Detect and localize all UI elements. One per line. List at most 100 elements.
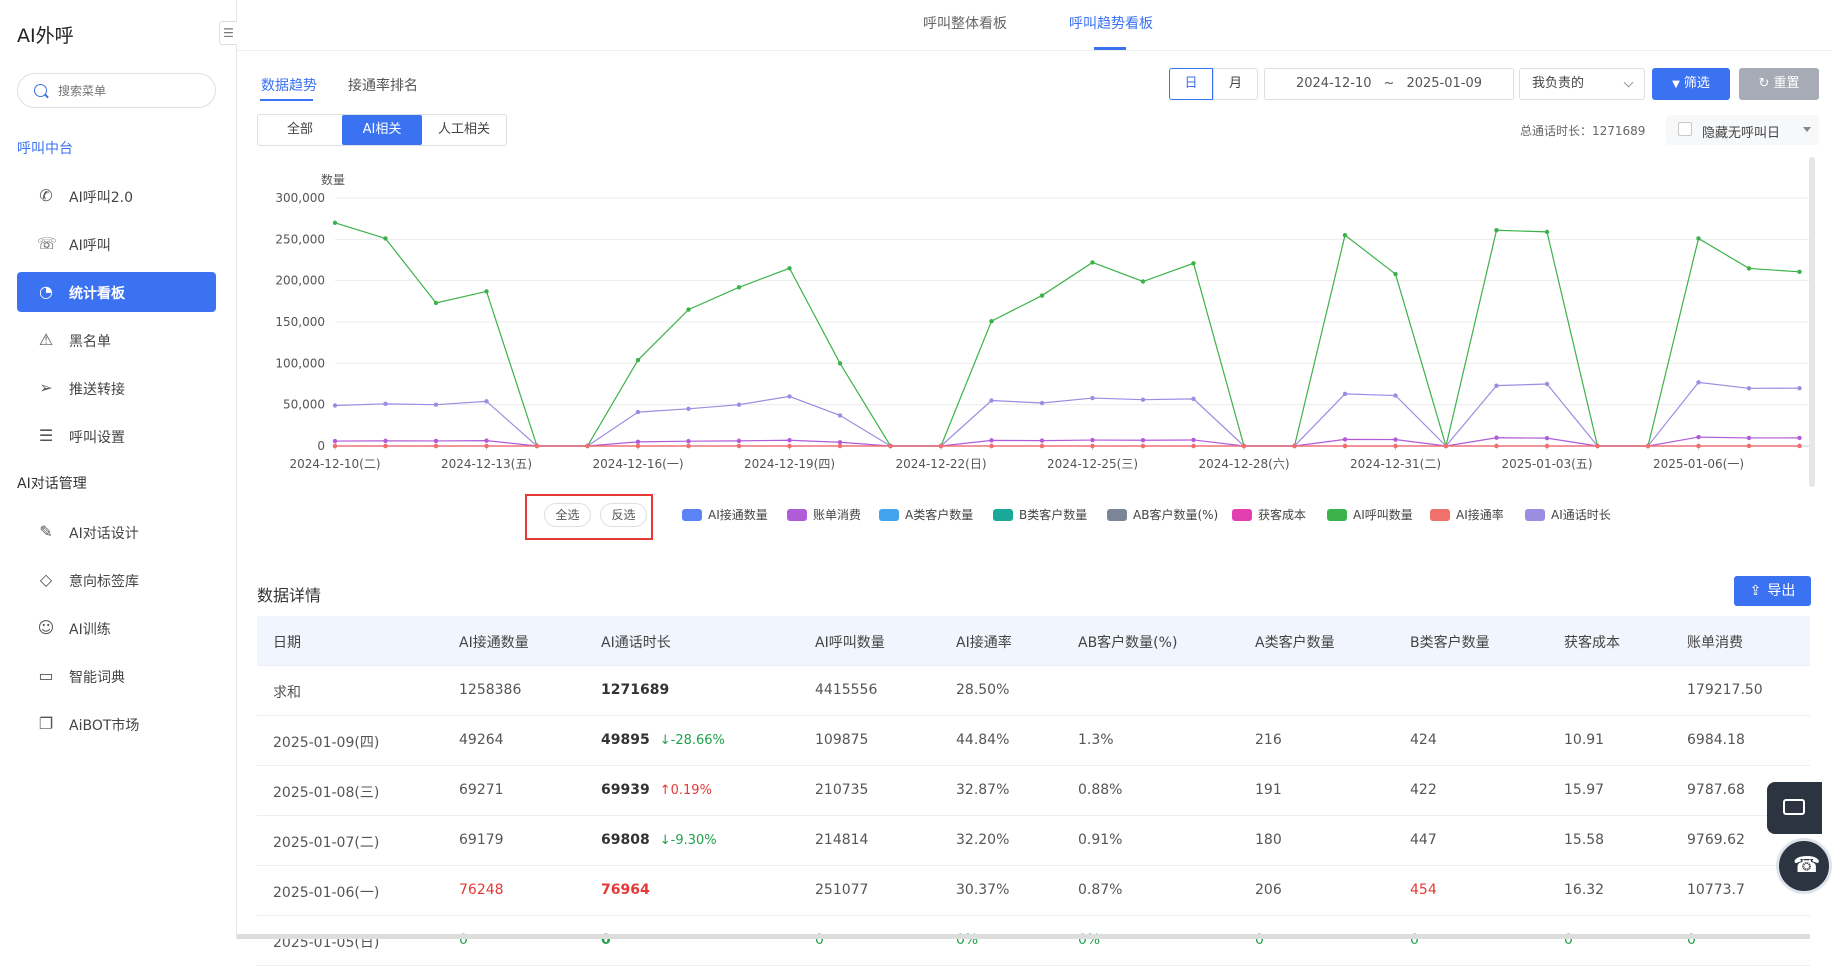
- data-point: [737, 444, 741, 448]
- legend-item[interactable]: A类客户数量: [879, 506, 973, 523]
- search-icon: [34, 84, 47, 97]
- y-tick-label: 0: [317, 439, 325, 453]
- table-horizontal-scrollbar[interactable]: [237, 934, 1810, 939]
- x-tick-label: 2024-12-22(日): [895, 457, 986, 471]
- sidebar-item-label: 黑名单: [69, 331, 111, 351]
- column-header[interactable]: AB客户数量(%): [1078, 632, 1177, 652]
- sidebar-item[interactable]: ☺AI训练: [17, 608, 216, 648]
- legend-item[interactable]: B类客户数量: [993, 506, 1087, 523]
- legend-item[interactable]: 获客成本: [1232, 506, 1306, 523]
- sidebar-item[interactable]: ✎AI对话设计: [17, 512, 216, 552]
- legend-label: AI通话时长: [1551, 508, 1611, 522]
- date-range-picker[interactable]: 2024-12-10~2025-01-09: [1264, 68, 1514, 100]
- tab-trend-board[interactable]: 呼叫趋势看板: [1069, 13, 1153, 33]
- data-point: [787, 444, 791, 448]
- chat-icon[interactable]: [1767, 782, 1822, 834]
- column-header[interactable]: AI呼叫数量: [815, 632, 885, 652]
- data-point: [1141, 444, 1145, 448]
- column-header[interactable]: 获客成本: [1564, 632, 1620, 652]
- data-point: [1696, 236, 1700, 240]
- sub-tab-underline: [260, 99, 313, 101]
- sidebar-item[interactable]: ❐AiBOT市场: [17, 704, 216, 744]
- sidebar-item[interactable]: ☰呼叫设置: [17, 416, 216, 456]
- legend-item[interactable]: AI通话时长: [1525, 506, 1611, 523]
- column-header[interactable]: AI接通数量: [459, 632, 529, 652]
- tab-data-trend[interactable]: 数据趋势: [261, 75, 317, 95]
- data-point: [333, 444, 337, 448]
- owner-select[interactable]: 我负责的: [1519, 68, 1645, 100]
- chart-scrollbar[interactable]: [1809, 157, 1815, 487]
- upload-icon: ⇪: [1750, 583, 1762, 599]
- legend-item[interactable]: AI呼叫数量: [1327, 506, 1413, 523]
- column-header[interactable]: B类客户数量: [1410, 632, 1490, 652]
- duration-value: 49895: [601, 732, 650, 748]
- sidebar-item[interactable]: ➢推送转接: [17, 368, 216, 408]
- phone-glyph: ☎: [1793, 853, 1820, 878]
- filter-button[interactable]: ▼筛选: [1652, 68, 1730, 100]
- hide-no-call-days-toggle[interactable]: 隐藏无呼叫日: [1666, 115, 1819, 145]
- cell-b: 424: [1410, 732, 1437, 748]
- cell-ab: 0.91%: [1078, 832, 1122, 848]
- data-point: [838, 361, 842, 365]
- delta-up: ↑0.19%: [660, 783, 712, 798]
- menu-search-input[interactable]: [58, 82, 208, 100]
- export-button[interactable]: ⇪导出: [1734, 576, 1811, 606]
- data-point: [939, 444, 943, 448]
- duration-value: 69939: [601, 782, 650, 798]
- data-point: [989, 444, 993, 448]
- menu-search-box[interactable]: [17, 73, 216, 108]
- x-tick-label: 2025-01-06(一): [1653, 457, 1744, 471]
- tab-overall-board[interactable]: 呼叫整体看板: [923, 13, 1007, 33]
- reset-button[interactable]: ↻重置: [1739, 68, 1819, 100]
- data-point: [1545, 444, 1549, 448]
- column-header[interactable]: 日期: [273, 632, 301, 652]
- collapse-sidebar-icon[interactable]: ☰: [219, 21, 237, 45]
- segment-ai[interactable]: AI相关: [342, 115, 422, 145]
- cell-bill: 6984.18: [1687, 732, 1745, 748]
- legend-item[interactable]: 账单消费: [787, 506, 861, 523]
- app-title: AI外呼: [17, 21, 74, 48]
- column-header[interactable]: AI通话时长: [601, 632, 671, 652]
- sidebar-item[interactable]: ⚠黑名单: [17, 320, 216, 360]
- book-icon: ▭: [37, 667, 55, 685]
- cell-rate: 32.20%: [956, 832, 1009, 848]
- sidebar-item[interactable]: ◔统计看板: [17, 272, 216, 312]
- column-header[interactable]: 账单消费: [1687, 632, 1743, 652]
- data-point: [333, 221, 337, 225]
- active-tab-underline: [1094, 47, 1126, 50]
- data-point: [838, 413, 842, 417]
- data-point: [1343, 437, 1347, 441]
- sidebar-item[interactable]: ✆AI呼叫2.0: [17, 176, 216, 216]
- legend-label: 账单消费: [813, 508, 861, 522]
- cell-cost: 15.58: [1564, 832, 1604, 848]
- headset-phone-icon[interactable]: ☎: [1776, 838, 1832, 894]
- data-point: [636, 410, 640, 414]
- invert-selection-button[interactable]: 反选: [600, 503, 647, 527]
- cell-ab: 0.88%: [1078, 782, 1122, 798]
- granularity-day-button[interactable]: 日: [1169, 68, 1213, 100]
- data-point: [1696, 435, 1700, 439]
- checkbox[interactable]: [1678, 122, 1692, 136]
- sidebar-item[interactable]: ☏AI呼叫: [17, 224, 216, 264]
- data-point: [484, 289, 488, 293]
- segment-manual[interactable]: 人工相关: [422, 115, 506, 145]
- legend-item[interactable]: AB客户数量(%): [1107, 506, 1218, 523]
- data-point: [1646, 444, 1650, 448]
- legend-item[interactable]: AI接通率: [1430, 506, 1504, 523]
- sidebar-group-label: 呼叫中台: [17, 138, 73, 158]
- sidebar-item[interactable]: ◇意向标签库: [17, 560, 216, 600]
- cell-date: 2025-01-07(二): [273, 832, 379, 852]
- select-all-button[interactable]: 全选: [544, 503, 591, 527]
- segment-all[interactable]: 全部: [258, 115, 342, 145]
- cell-rate: 32.87%: [956, 782, 1009, 798]
- granularity-month-button[interactable]: 月: [1213, 68, 1258, 100]
- column-header[interactable]: AI接通率: [956, 632, 1012, 652]
- y-tick-label: 100,000: [275, 356, 325, 370]
- legend-label: B类客户数量: [1019, 508, 1087, 522]
- data-point: [686, 307, 690, 311]
- data-point: [737, 285, 741, 289]
- tab-connect-rate-ranking[interactable]: 接通率排名: [348, 75, 418, 95]
- column-header[interactable]: A类客户数量: [1255, 632, 1335, 652]
- sidebar-item[interactable]: ▭智能词典: [17, 656, 216, 696]
- legend-item[interactable]: AI接通数量: [682, 506, 768, 523]
